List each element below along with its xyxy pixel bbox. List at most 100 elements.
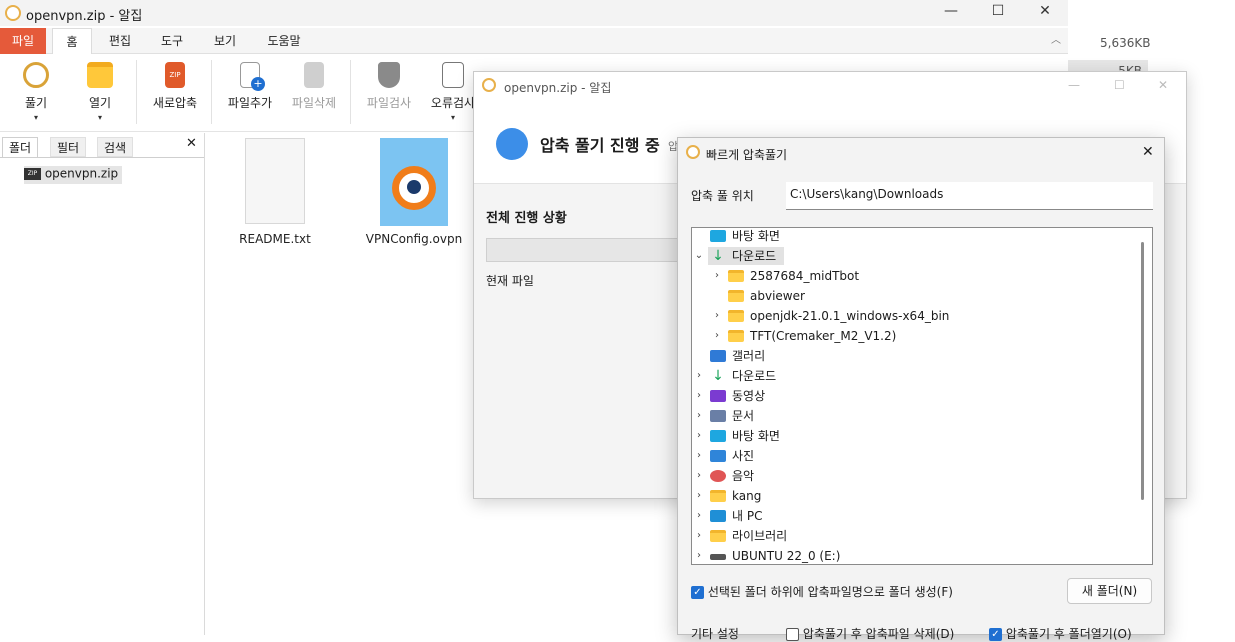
tree-item-label: 라이브러리 — [732, 529, 788, 543]
tab-folder[interactable]: 폴더 — [2, 137, 39, 157]
tab-help[interactable]: 도움말 — [258, 28, 310, 54]
ribbon-divider — [136, 60, 137, 124]
chevron-right-icon[interactable]: › — [694, 446, 704, 466]
tab-tools[interactable]: 도구 — [150, 28, 194, 54]
chevron-right-icon[interactable]: › — [694, 386, 704, 406]
tree-item[interactable]: › ↓ 다운로드 — [692, 366, 1137, 386]
extract-dropdown-icon[interactable]: ▾ — [14, 113, 58, 122]
close-button[interactable]: ✕ — [1158, 78, 1168, 92]
folder-icon — [710, 530, 726, 542]
chevron-right-icon[interactable]: › — [694, 526, 704, 546]
tree-item[interactable]: › 라이브러리 — [692, 526, 1137, 546]
minimize-button[interactable]: — — [1068, 78, 1080, 92]
pane-close-icon[interactable]: ✕ — [186, 136, 197, 151]
error-check-label: 오류검사 — [430, 96, 476, 110]
chevron-down-icon[interactable]: ⌄ — [694, 246, 704, 266]
quick-extract-dialog: 빠르게 압축풀기 ✕ 압축 풀 위치 C:\Users\kang\Downloa… — [677, 137, 1165, 641]
tree-item[interactable]: › openjdk-21.0.1_windows-x64_bin — [692, 306, 1137, 326]
file-item-vpnconfig[interactable]: VPNConfig.ovpn — [364, 138, 464, 246]
tree-item[interactable]: 바탕 화면 — [692, 228, 1137, 246]
zip-file-icon: ZIP — [165, 62, 185, 88]
chevron-right-icon[interactable]: › — [694, 426, 704, 446]
tree-item-label: 문서 — [732, 409, 755, 423]
chevron-right-icon[interactable]: › — [712, 306, 722, 326]
chevron-right-icon[interactable]: › — [712, 326, 722, 346]
delete-after-label: 압축풀기 후 압축파일 삭제(D) — [802, 627, 955, 641]
folder-tree[interactable]: 바탕 화면 ⌄ ↓ 다운로드 › 2587684_midTbot abviewer › open… — [691, 227, 1153, 565]
tree-item-label: 갤러리 — [732, 349, 766, 363]
tab-view[interactable]: 보기 — [203, 28, 247, 54]
folder-icon — [728, 290, 744, 302]
zip-icon: ZIP — [24, 167, 41, 180]
close-button[interactable]: ✕ — [1142, 144, 1154, 160]
tree-scrollbar[interactable] — [1141, 242, 1144, 500]
create-subfolder-option[interactable]: ✓ 선택된 폴더 하위에 압축파일명으로 폴더 생성(F) — [691, 583, 953, 600]
chevron-right-icon[interactable]: › — [694, 486, 704, 506]
folder-icon — [710, 490, 726, 502]
scan-file-label: 파일검사 — [366, 96, 412, 110]
chevron-right-icon[interactable]: › — [694, 466, 704, 486]
overall-progress-label: 전체 진행 상황 — [486, 211, 567, 226]
left-pane: 폴더 필터 검색 ✕ ZIP openvpn.zip — [0, 133, 205, 635]
collapse-ribbon-icon[interactable]: ︿ — [1046, 28, 1066, 54]
add-file-button[interactable]: + 파일추가 — [222, 62, 278, 111]
chevron-right-icon[interactable]: › — [694, 546, 704, 564]
ribbon-tabs: 파일 홈 편집 도구 보기 도움말 ︿ — [0, 28, 1068, 54]
scan-file-button[interactable]: 파일검사 — [362, 62, 416, 111]
download-icon: ↓ — [712, 248, 724, 264]
new-compress-button[interactable]: ZIP 새로압축 — [148, 62, 202, 111]
create-subfolder-checkbox[interactable]: ✓ — [691, 586, 704, 599]
tree-item[interactable]: › kang — [692, 486, 1137, 506]
error-check-button[interactable]: 오류검사 ▾ — [426, 62, 480, 122]
chevron-right-icon[interactable]: › — [694, 506, 704, 526]
main-window-title: openvpn.zip - 알집 — [26, 9, 143, 24]
tree-item[interactable]: › 문서 — [692, 406, 1137, 426]
chevron-right-icon[interactable]: › — [694, 366, 704, 386]
open-dropdown-icon[interactable]: ▾ — [78, 113, 122, 122]
open-after-label: 압축풀기 후 폴더열기(O) — [1005, 627, 1132, 641]
maximize-button[interactable]: ☐ — [983, 3, 1013, 19]
alzip-app-icon — [686, 145, 700, 159]
tree-item[interactable]: 갤러리 — [692, 346, 1137, 366]
chevron-right-icon[interactable]: › — [712, 266, 722, 286]
tab-home[interactable]: 홈 — [52, 28, 92, 54]
tree-item[interactable]: › 음악 — [692, 466, 1137, 486]
gallery-icon — [710, 350, 726, 362]
progress-heading: 압축 풀기 진행 중 — [540, 136, 660, 155]
delete-file-button[interactable]: 파일삭제 — [286, 62, 342, 111]
tree-item[interactable]: › 내 PC — [692, 506, 1137, 526]
add-file-label: 파일추가 — [227, 96, 273, 110]
extract-button[interactable]: 풀기 ▾ — [14, 62, 58, 122]
tree-item[interactable]: › 바탕 화면 — [692, 426, 1137, 446]
tree-item[interactable]: › TFT(Cremaker_M2_V1.2) — [692, 326, 1137, 346]
tree-item-label: 다운로드 — [732, 249, 777, 263]
tab-edit[interactable]: 편집 — [98, 28, 142, 54]
tree-item[interactable]: › 사진 — [692, 446, 1137, 466]
tree-item-openvpn-zip[interactable]: ZIP openvpn.zip — [24, 166, 123, 184]
tree-item[interactable]: › 동영상 — [692, 386, 1137, 406]
new-folder-button[interactable]: 새 폴더(N) — [1067, 578, 1152, 604]
tab-file[interactable]: 파일 — [0, 28, 46, 54]
close-button[interactable]: ✕ — [1030, 3, 1060, 19]
open-button[interactable]: 열기 ▾ — [78, 62, 122, 122]
progress-title: openvpn.zip - 알집 — [504, 81, 612, 95]
folder-open-icon — [87, 62, 113, 88]
tree-item[interactable]: › 2587684_midTbot — [692, 266, 1137, 286]
open-after-option[interactable]: ✓ 압축풀기 후 폴더열기(O) — [989, 625, 1132, 642]
file-item-readme[interactable]: README.txt — [232, 138, 318, 246]
delete-after-option[interactable]: 압축풀기 후 압축파일 삭제(D) — [786, 625, 954, 642]
maximize-button[interactable]: ☐ — [1114, 78, 1125, 92]
current-file-label: 현재 파일 — [486, 274, 534, 288]
error-check-dropdown-icon[interactable]: ▾ — [426, 113, 480, 122]
tab-filter[interactable]: 필터 — [50, 137, 87, 157]
minimize-button[interactable]: — — [936, 3, 966, 19]
location-input[interactable]: C:\Users\kang\Downloads — [786, 182, 1153, 210]
chevron-right-icon[interactable]: › — [694, 406, 704, 426]
tree-item-label: UBUNTU 22_0 (E:) — [732, 549, 841, 563]
tree-item[interactable]: › UBUNTU 22_0 (E:) — [692, 546, 1137, 564]
tree-item[interactable]: ⌄ ↓ 다운로드 — [692, 246, 1137, 266]
extract-label: 풀기 — [24, 96, 48, 110]
tree-item-label: openjdk-21.0.1_windows-x64_bin — [750, 309, 950, 323]
tab-search[interactable]: 검색 — [97, 137, 134, 157]
tree-item[interactable]: abviewer — [692, 286, 1137, 306]
